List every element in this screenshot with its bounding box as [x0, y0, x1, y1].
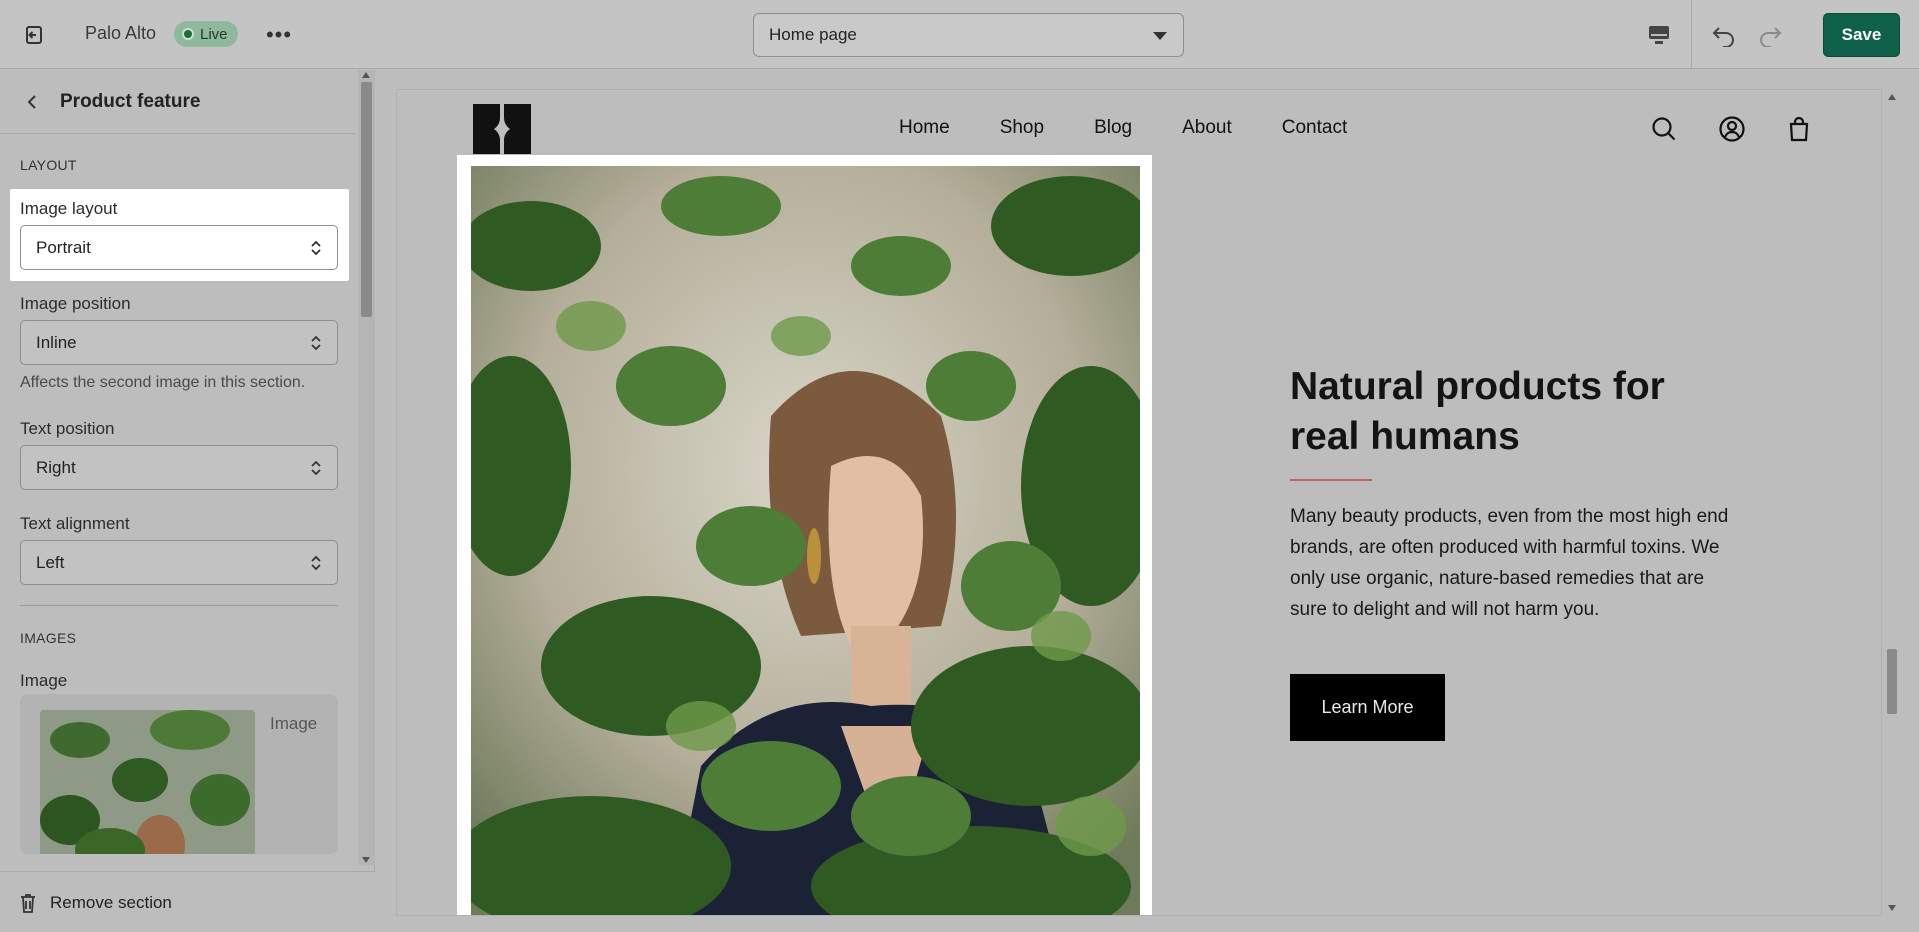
image-field-label: Image	[20, 671, 68, 690]
text-alignment-value: Left	[36, 552, 65, 572]
section-divider	[20, 605, 338, 606]
image-layout-label: Image layout	[20, 199, 118, 218]
headline-accent-line	[1290, 479, 1372, 481]
live-label: Live	[200, 25, 228, 43]
chevron-down-icon	[1153, 32, 1167, 40]
feature-image-frame[interactable]	[457, 155, 1152, 915]
store-name: Palo Alto	[85, 23, 157, 43]
more-options-icon[interactable]: •••	[264, 20, 294, 50]
save-button[interactable]: Save	[1823, 13, 1900, 57]
image-position-label: Image position	[20, 294, 131, 313]
image-thumbnail[interactable]	[40, 710, 255, 854]
toolbar-divider	[1691, 0, 1692, 69]
page-selector[interactable]: Home page	[753, 13, 1184, 57]
image-position-select[interactable]: Inline	[20, 320, 338, 365]
text-alignment-select[interactable]: Left	[20, 540, 338, 585]
image-card-caption: Image	[270, 714, 318, 733]
exit-icon[interactable]	[20, 20, 50, 50]
store-logo[interactable]	[471, 102, 533, 154]
select-arrows-icon	[311, 335, 321, 351]
desktop-preview-icon[interactable]	[1643, 19, 1675, 51]
sidebar-scrollbar[interactable]	[358, 70, 375, 865]
sidebar-header: Product feature	[0, 70, 355, 134]
nav-link-about[interactable]: About	[1182, 117, 1232, 139]
nav-link-blog[interactable]: Blog	[1094, 117, 1132, 139]
remove-section-button[interactable]: Remove section	[0, 871, 375, 932]
top-bar: Palo Alto Live ••• Home page Save	[0, 0, 1919, 69]
image-position-value: Inline	[36, 332, 77, 352]
nav-link-contact[interactable]: Contact	[1282, 117, 1347, 139]
search-icon[interactable]	[1650, 115, 1678, 143]
undo-icon[interactable]	[1708, 19, 1740, 51]
nav-link-home[interactable]: Home	[899, 117, 950, 139]
scroll-up-arrow-icon[interactable]	[362, 72, 370, 78]
text-alignment-label: Text alignment	[20, 514, 130, 533]
image-layout-select[interactable]: Portrait	[20, 225, 338, 270]
text-position-select[interactable]: Right	[20, 445, 338, 490]
preview-scrollbar[interactable]	[1884, 89, 1900, 916]
settings-sidebar: Product feature LAYOUT Image layout Port…	[0, 70, 375, 932]
live-status-badge: Live	[174, 21, 238, 47]
text-position-label: Text position	[20, 419, 115, 438]
sidebar-scrollbar-thumb[interactable]	[361, 82, 372, 317]
page-selector-value: Home page	[769, 25, 857, 44]
text-position-value: Right	[36, 457, 76, 477]
trash-icon	[21, 894, 35, 913]
learn-more-button[interactable]: Learn More	[1290, 674, 1445, 741]
main-nav: Home Shop Blog About Contact	[899, 117, 1397, 139]
feature-headline: Natural products for real humans	[1290, 365, 1665, 458]
image-picker-card[interactable]: Image	[20, 694, 338, 854]
feature-image	[471, 166, 1140, 915]
back-arrow-icon[interactable]	[18, 88, 46, 116]
select-arrows-icon	[311, 555, 321, 571]
cart-bag-icon[interactable]	[1785, 115, 1813, 143]
select-arrows-icon	[311, 460, 321, 476]
scroll-down-arrow-icon[interactable]	[362, 857, 370, 863]
store-preview: Home Shop Blog About Contact Natural pro…	[396, 89, 1882, 916]
image-position-help: Affects the second image in this section…	[20, 374, 306, 391]
scroll-up-arrow-icon[interactable]	[1888, 94, 1896, 100]
select-arrows-icon	[311, 240, 321, 256]
scroll-down-arrow-icon[interactable]	[1888, 905, 1896, 911]
feature-body-text: Many beauty products, even from the most…	[1290, 506, 1729, 620]
preview-scrollbar-thumb[interactable]	[1887, 649, 1897, 714]
redo-icon[interactable]	[1754, 19, 1786, 51]
account-icon[interactable]	[1718, 115, 1746, 143]
image-layout-value: Portrait	[36, 237, 91, 257]
live-dot-icon	[182, 28, 194, 40]
nav-link-shop[interactable]: Shop	[1000, 117, 1044, 139]
layout-heading: LAYOUT	[20, 157, 77, 173]
sidebar-title: Product feature	[60, 91, 201, 112]
remove-section-label: Remove section	[50, 893, 172, 912]
images-heading: IMAGES	[20, 630, 77, 646]
